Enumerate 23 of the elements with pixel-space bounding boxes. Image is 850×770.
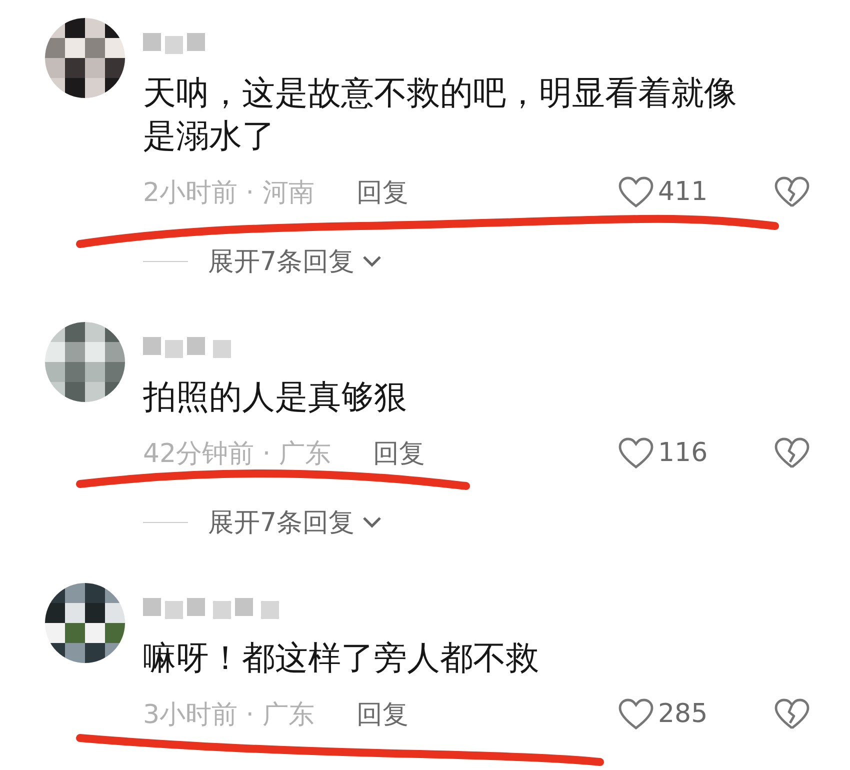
- timestamp: 2小时前 · 河南: [143, 176, 314, 210]
- broken-heart-icon[interactable]: [774, 175, 810, 209]
- reply-button[interactable]: 回复: [372, 436, 425, 470]
- reply-button[interactable]: 回复: [356, 696, 408, 732]
- timestamp: 42分钟前 · 广东: [143, 438, 331, 470]
- timestamp: 3小时前 · 广东: [143, 698, 314, 732]
- expand-replies-button[interactable]: 展开7条回复: [208, 504, 383, 540]
- like-count: 116: [658, 438, 709, 468]
- reply-button[interactable]: 回复: [356, 174, 408, 210]
- blurred-username: [143, 30, 205, 54]
- broken-heart-icon[interactable]: [774, 436, 810, 470]
- like-icon[interactable]: [618, 437, 654, 469]
- like-icon[interactable]: [618, 176, 654, 208]
- comment-text: 嘛呀！都这样了旁人都不救: [143, 637, 540, 679]
- chevron-down-icon: [360, 254, 383, 268]
- broken-heart-icon[interactable]: [774, 697, 810, 731]
- like-count: 285: [658, 699, 709, 729]
- like-count: 411: [658, 177, 709, 207]
- comment-text: 天呐，这是故意不救的吧，明显看着就像是溺水了: [143, 72, 738, 157]
- chevron-down-icon: [360, 515, 383, 529]
- comment-text: 拍照的人是真够狠: [143, 376, 408, 418]
- like-icon[interactable]: [618, 698, 654, 730]
- expand-replies-button[interactable]: 展开7条回复: [208, 244, 383, 278]
